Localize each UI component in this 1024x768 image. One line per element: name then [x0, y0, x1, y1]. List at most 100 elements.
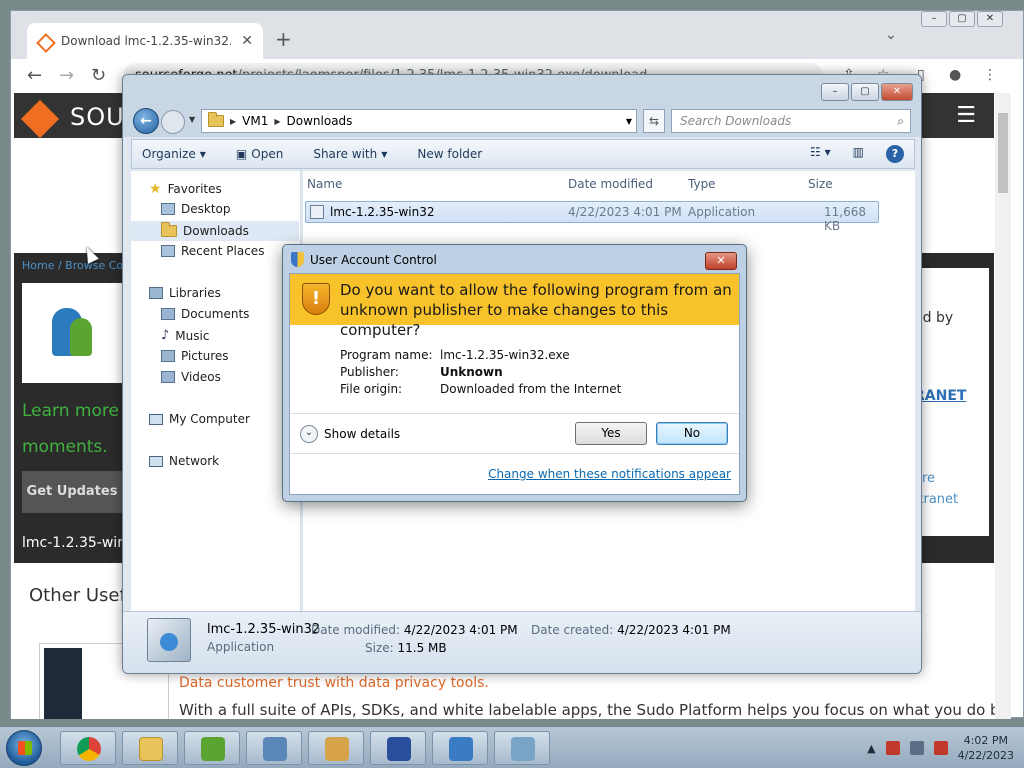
app-icon	[263, 737, 287, 761]
breadcrumb-downloads[interactable]: Downloads	[287, 114, 353, 128]
menu-kebab-icon[interactable]: ⋮	[983, 67, 997, 83]
command-bar: Organize ▼ ▣ Open Share with ▼ New folder ☷…	[131, 139, 915, 169]
nav-libraries[interactable]: Libraries	[149, 286, 221, 300]
taskbar-app-3[interactable]	[184, 731, 240, 765]
file-size: 11,668 KB	[824, 205, 866, 233]
page-scrollbar[interactable]	[995, 93, 1011, 719]
uac-close-button[interactable]: ✕	[705, 252, 737, 270]
taskbar-chrome[interactable]	[60, 731, 116, 765]
details-date-modified: 4/22/2023 4:01 PM	[403, 623, 518, 637]
taskbar-app-8[interactable]	[494, 731, 550, 765]
tab-title: Download lmc-1.2.35-win32.exe	[61, 34, 231, 48]
hamburger-menu-icon[interactable]: ☰	[956, 103, 976, 128]
new-tab-button[interactable]: +	[275, 27, 292, 51]
music-icon: ♪	[161, 328, 170, 343]
minimize-button[interactable]: –	[921, 11, 947, 27]
address-breadcrumb[interactable]: ▶ VM1 ▶ Downloads ▼	[201, 109, 637, 133]
learn-more-text[interactable]: Learn more moments.	[22, 393, 132, 465]
start-button[interactable]	[6, 730, 42, 766]
column-header-size[interactable]: Size	[808, 177, 833, 191]
nav-favorites[interactable]: ★ Favorites	[149, 181, 222, 197]
library-icon	[149, 287, 163, 299]
taskbar-app-4[interactable]	[246, 731, 302, 765]
reload-icon[interactable]: ↻	[91, 65, 106, 86]
sourceforge-favicon-icon	[37, 34, 51, 48]
back-icon[interactable]: ←	[133, 108, 159, 134]
minimize-button[interactable]: –	[821, 83, 849, 101]
paint-icon	[325, 737, 349, 761]
breadcrumb-vm1[interactable]: VM1	[242, 114, 268, 128]
back-icon[interactable]: ←	[27, 65, 42, 86]
forward-icon[interactable]	[161, 110, 185, 134]
get-updates-button[interactable]: Get Updates	[22, 471, 122, 513]
clock-time: 4:02 PM	[963, 734, 1008, 747]
column-header-type[interactable]: Type	[688, 177, 716, 191]
no-button[interactable]: No	[656, 422, 728, 445]
new-folder-button[interactable]: New folder	[417, 147, 482, 161]
nav-videos[interactable]: Videos	[161, 370, 221, 384]
sourceforge-logo-icon[interactable]	[20, 99, 60, 139]
uac-titlebar: User Account Control	[291, 252, 437, 267]
publisher-label: Publisher:	[340, 365, 399, 379]
file-row[interactable]: lmc-1.2.35-win32 4/22/2023 4:01 PM Appli…	[305, 201, 879, 233]
change-notifications-link[interactable]: Change when these notifications appear	[488, 467, 731, 481]
tab-close-icon[interactable]: ✕	[241, 33, 253, 49]
open-button[interactable]: ▣ Open	[236, 147, 283, 161]
close-button[interactable]: ✕	[977, 11, 1003, 27]
taskbar-explorer[interactable]	[122, 731, 178, 765]
forward-icon[interactable]: →	[59, 65, 74, 86]
nav-network[interactable]: Network	[149, 454, 219, 468]
sidebar-ad: ed by RANET ore /tranet	[914, 268, 989, 536]
yes-button[interactable]: Yes	[575, 422, 647, 445]
ad-description: With a full suite of APIs, SDKs, and whi…	[179, 701, 1011, 719]
preview-pane-icon[interactable]: ▥	[853, 145, 864, 163]
file-origin-value: Downloaded from the Internet	[440, 382, 622, 396]
history-dropdown-icon[interactable]: ▼	[189, 115, 195, 124]
file-name: lmc-1.2.35-win32	[330, 205, 435, 219]
help-icon[interactable]: ?	[886, 145, 904, 163]
folder-icon	[161, 222, 177, 237]
tab-search-icon[interactable]: ⌄	[885, 27, 897, 43]
recent-places-icon	[161, 245, 175, 257]
divider	[290, 453, 739, 454]
chevron-down-icon[interactable]: ▼	[626, 117, 632, 126]
column-header-name[interactable]: Name	[307, 177, 342, 191]
action-center-icon[interactable]	[885, 741, 900, 755]
search-input[interactable]: Search Downloads ⌕	[671, 109, 911, 133]
nav-my-computer[interactable]: My Computer	[149, 412, 250, 426]
taskbar-app-6[interactable]	[370, 731, 426, 765]
nav-downloads[interactable]: Downloads	[131, 221, 299, 241]
explorer-address-row: ← ▼ ▶ VM1 ▶ Downloads ▼ ⇆ Search Downloa…	[123, 105, 921, 137]
view-options-icon[interactable]: ☷ ▾	[810, 145, 831, 163]
nav-recent-places[interactable]: Recent Places	[161, 244, 264, 258]
browser-tab[interactable]: Download lmc-1.2.35-win32.exe ✕	[27, 23, 263, 59]
share-with-button[interactable]: Share with ▼	[313, 147, 387, 161]
nav-documents[interactable]: Documents	[161, 307, 249, 321]
organize-button[interactable]: Organize ▼	[142, 147, 206, 161]
details-date-created: 4/22/2023 4:01 PM	[617, 623, 731, 637]
nav-music[interactable]: ♪ Music	[161, 328, 209, 343]
column-header-date-modified[interactable]: Date modified	[568, 177, 653, 191]
tray-expand-icon[interactable]: ▲	[867, 742, 875, 755]
profile-icon[interactable]: ●	[949, 67, 961, 83]
taskbar-app-7[interactable]	[432, 731, 488, 765]
network-status-icon[interactable]	[909, 741, 924, 755]
warning-shield-icon: !	[302, 283, 330, 315]
maximize-button[interactable]: ▢	[851, 83, 879, 101]
nav-pictures[interactable]: Pictures	[161, 349, 229, 363]
show-details-toggle[interactable]: ⌄ Show details	[300, 425, 400, 443]
documents-icon	[161, 308, 175, 320]
refresh-icon[interactable]: ⇆	[643, 109, 665, 133]
taskbar-app-5[interactable]	[308, 731, 364, 765]
divider	[290, 413, 739, 414]
nav-desktop[interactable]: Desktop	[161, 202, 231, 216]
close-button[interactable]: ✕	[881, 83, 913, 101]
uac-title: User Account Control	[310, 252, 437, 267]
clock[interactable]: 4:02 PM 4/22/2023	[958, 733, 1014, 763]
download-filename: lmc-1.2.35-win	[22, 535, 127, 551]
breadcrumb[interactable]: Home / Browse Co	[22, 259, 123, 272]
volume-icon[interactable]	[933, 741, 948, 755]
maximize-button[interactable]: ▢	[949, 11, 975, 27]
ad-headline[interactable]: Data customer trust with data privacy to…	[179, 675, 489, 691]
details-size: 11.5 MB	[397, 641, 447, 655]
